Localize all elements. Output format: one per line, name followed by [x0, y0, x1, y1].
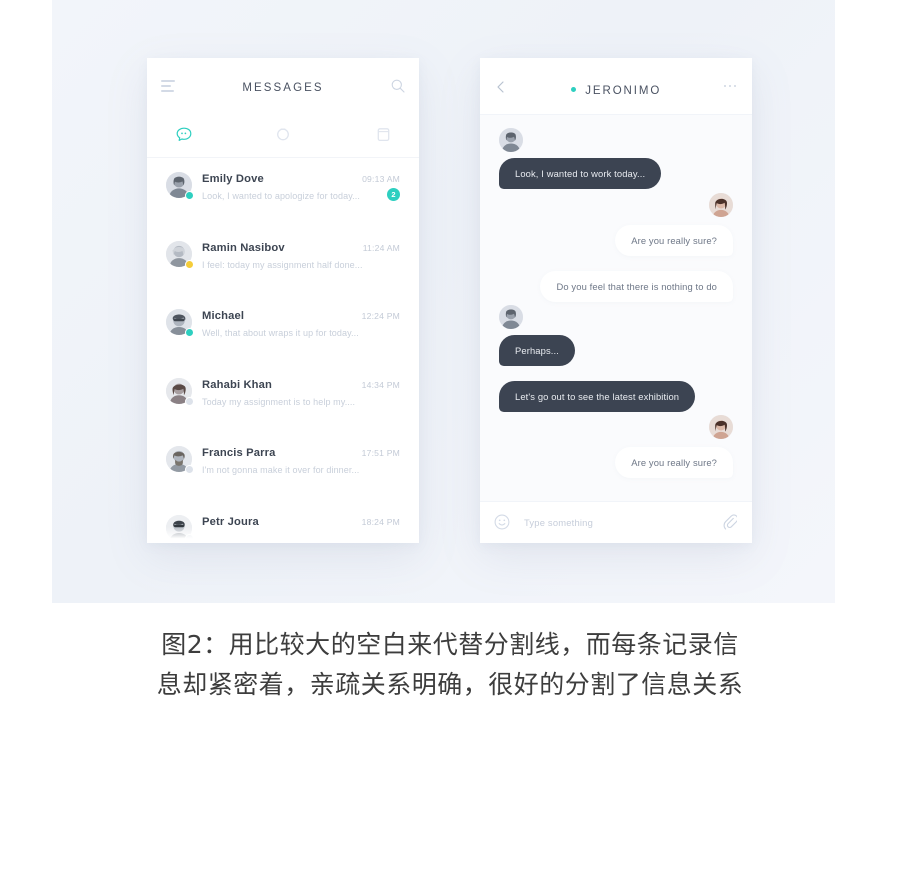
message-bubble: Are you really sure? [615, 225, 733, 256]
chat-title-group: JERONIMO [480, 82, 752, 100]
message-preview: Look, I wanted to apologize for today... [202, 191, 360, 201]
message-preview: Today my assignment is to help my.... [202, 396, 356, 407]
messages-tab-bar [147, 114, 419, 158]
chat-contact-name: JERONIMO [585, 84, 662, 97]
avatar [499, 305, 523, 329]
search-icon[interactable] [391, 79, 405, 93]
chat-phone-card: JERONIMO Look, I wanted to work today... [480, 58, 752, 543]
message-time: 18:24 PM [361, 516, 400, 527]
presence-dot [185, 396, 194, 406]
message-bubble: Are you really sure? [615, 447, 733, 478]
messages-phone-card: MESSAGES Emily Dove 09:13 AM Look, I wan… [147, 58, 419, 543]
list-item[interactable]: Petr Joura 18:24 PM [147, 501, 419, 544]
tab-chats[interactable] [170, 122, 198, 146]
showcase-stage: MESSAGES Emily Dove 09:13 AM Look, I wan… [52, 0, 835, 603]
contact-name: Michael [202, 310, 245, 322]
online-status-dot [570, 87, 576, 93]
avatar [709, 415, 733, 439]
list-item[interactable]: Rahabi Khan 14:34 PM Today my assignment… [147, 364, 419, 433]
message-time: 14:34 PM [361, 379, 400, 390]
message-time: 11:24 AM [362, 242, 400, 253]
message-input[interactable]: Type something [524, 517, 593, 528]
tab-archive[interactable] [369, 122, 397, 146]
contact-name: Emily Dove [202, 173, 264, 185]
ellipsis-icon[interactable] [724, 85, 736, 88]
messages-top-bar: MESSAGES [147, 58, 419, 114]
message-bubble: Do you feel that there is nothing to do [540, 271, 733, 302]
list-item[interactable]: Ramin Nasibov 11:24 AM I feel: today my … [147, 227, 419, 296]
caption-line-1: 图2：用比较大的空白来代替分割线，而每条记录信 [161, 630, 739, 659]
message-time: 17:51 PM [361, 448, 400, 458]
message-preview: I'm not gonna make it over for dinner... [202, 465, 360, 475]
message-bubble: Look, I wanted to work today... [499, 158, 662, 189]
smiley-icon[interactable] [494, 514, 510, 530]
presence-dot [185, 191, 194, 200]
unread-badge: 2 [387, 188, 400, 201]
paperclip-icon[interactable] [723, 514, 739, 530]
presence-dot [185, 328, 194, 337]
tab-pending[interactable] [269, 122, 297, 146]
list-item[interactable]: Francis Parra 17:51 PM I'm not gonna mak… [147, 432, 419, 501]
presence-dot [185, 465, 194, 474]
message-preview: I feel: today my assignment half done... [202, 259, 363, 270]
list-item[interactable]: Emily Dove 09:13 AM Look, I wanted to ap… [147, 158, 419, 227]
presence-dot [185, 533, 194, 543]
list-item[interactable]: Michael 12:24 PM Well, that about wraps … [147, 295, 419, 364]
contact-name: Petr Joura [202, 515, 259, 528]
avatar [499, 128, 523, 152]
message-bubble: Perhaps... [499, 335, 575, 366]
message-thread[interactable]: Look, I wanted to work today... Are you … [480, 115, 752, 503]
avatar [709, 193, 733, 217]
conversation-list[interactable]: Emily Dove 09:13 AM Look, I wanted to ap… [147, 158, 419, 543]
contact-name: Rahabi Khan [202, 378, 273, 391]
presence-dot [185, 259, 194, 269]
figure-caption: 图2：用比较大的空白来代替分割线，而每条记录信 息却紧密着，亲疏关系明确，很好的… [0, 625, 900, 705]
page-title: MESSAGES [242, 82, 324, 94]
caption-line-2: 息却紧密着，亲疏关系明确，很好的分割了信息关系 [156, 670, 744, 699]
message-composer[interactable]: Type something [480, 501, 752, 543]
contact-name: Francis Parra [202, 447, 276, 459]
message-bubble: Let's go out to see the latest exhibitio… [499, 381, 696, 412]
message-time: 09:13 AM [362, 174, 400, 184]
message-time: 12:24 PM [361, 311, 400, 321]
contact-name: Ramin Nasibov [202, 241, 285, 254]
chat-top-bar: JERONIMO [480, 58, 752, 115]
message-preview: Well, that about wraps it up for today..… [202, 328, 359, 338]
